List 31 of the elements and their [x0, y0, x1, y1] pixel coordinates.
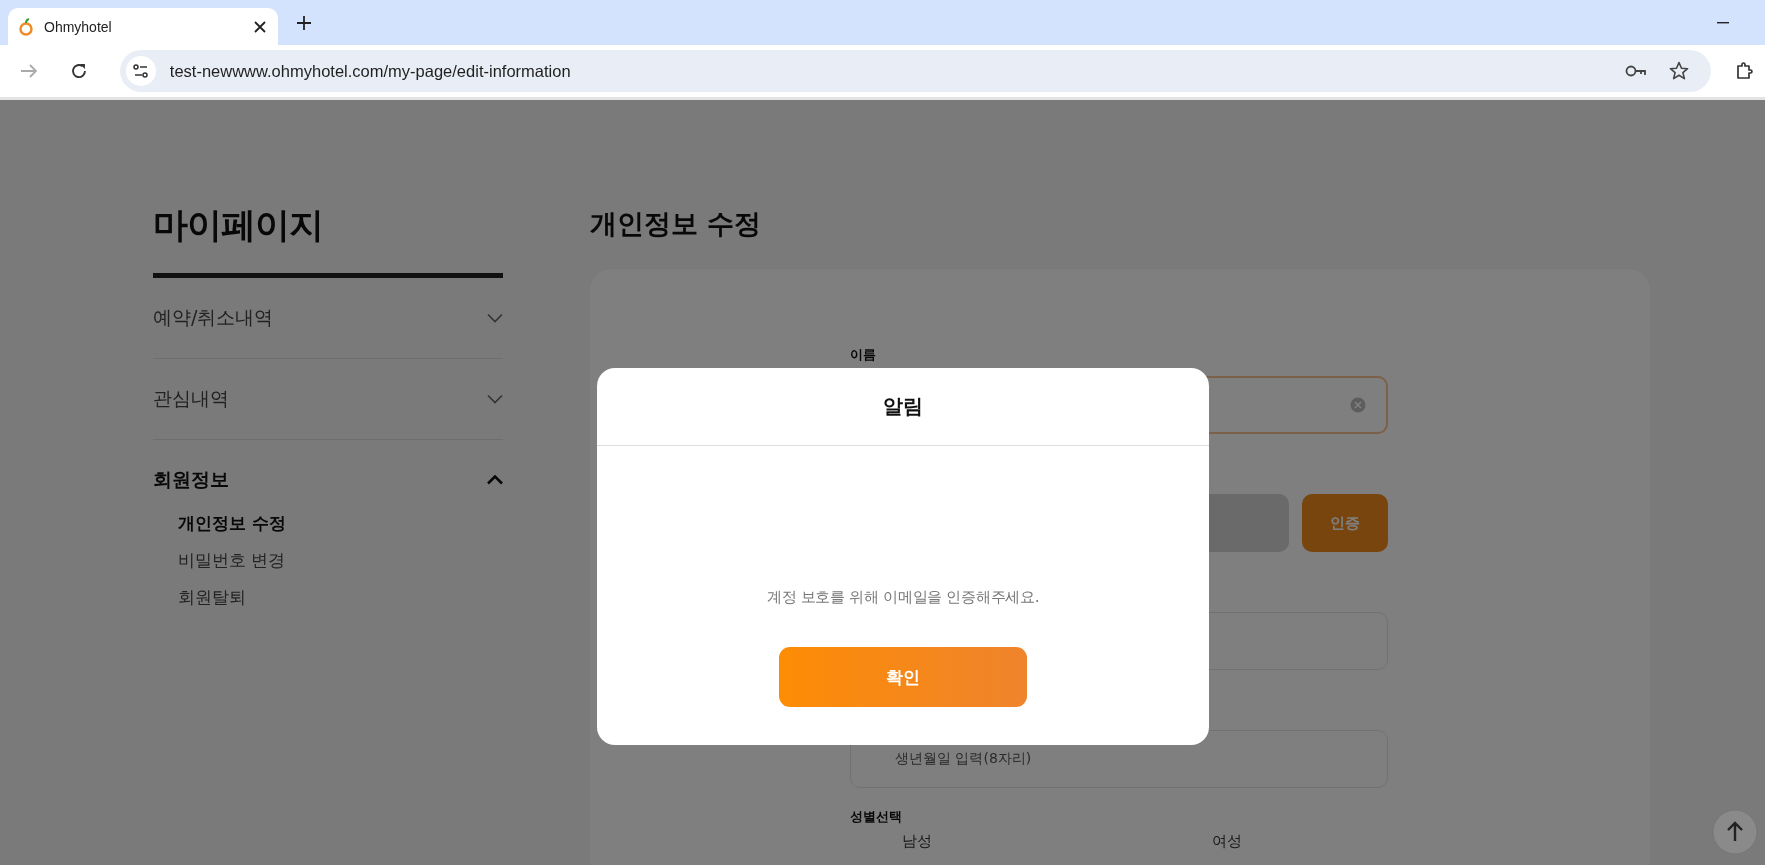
chevron-icon	[487, 394, 503, 404]
menu-item[interactable]: 회원탈퇴	[178, 586, 246, 609]
radio-option[interactable]: 남성	[902, 832, 932, 851]
tab-title: Ohmyhotel	[44, 18, 113, 35]
new-tab-icon[interactable]	[297, 15, 311, 30]
menu-section[interactable]: 예약/취소내역	[153, 278, 503, 358]
browser-tab[interactable]: Ohmyhotel	[8, 8, 278, 45]
dialog-message: 계정 보호를 위해 이메일을 인증해주세요.	[766, 588, 1040, 607]
section-heading: 개인정보 수정	[590, 207, 763, 241]
verify-button[interactable]: 인증	[1302, 494, 1388, 552]
chevron-icon	[487, 475, 503, 485]
menu-section[interactable]: 관심내역	[153, 359, 503, 439]
key-icon[interactable]	[1625, 64, 1648, 78]
radio-option[interactable]: 여성	[1212, 832, 1242, 851]
close-icon[interactable]	[254, 20, 266, 33]
dialog-title: 알림	[883, 393, 923, 420]
address-bar[interactable]: test-newwww.ohmyhotel.com/my-page/edit-information	[119, 50, 1712, 92]
chevron-icon	[487, 313, 503, 323]
confirm-button[interactable]: 확인	[779, 647, 1027, 707]
field-label: 성별선택	[850, 808, 903, 826]
star-icon[interactable]	[1669, 61, 1690, 81]
menu-item[interactable]: 비밀번호 변경	[178, 549, 286, 572]
field-label: 이름	[850, 346, 877, 364]
extensions-icon[interactable]	[1735, 61, 1755, 81]
minimize-icon[interactable]	[1717, 21, 1729, 24]
menu-item[interactable]: 개인정보 수정	[178, 512, 286, 535]
url-text: test-newwww.ohmyhotel.com/my-page/edit-information	[169, 61, 571, 81]
scroll-top-icon[interactable]	[1712, 809, 1758, 855]
fruit-icon	[18, 17, 34, 36]
page-title: 마이페이지	[153, 204, 324, 247]
site-settings-icon[interactable]	[125, 56, 156, 86]
